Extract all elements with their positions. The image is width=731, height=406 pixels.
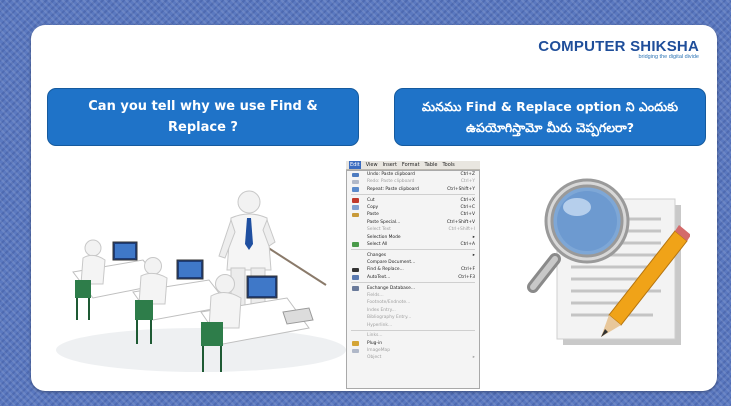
binoculars-icon (352, 267, 359, 273)
menubar-item: Table (424, 162, 438, 168)
menu-item-shortcut: Ctrl+X (460, 197, 476, 203)
menu-item-label: ImageMap (367, 348, 391, 354)
menu-item-shortcut: Ctrl+V (460, 212, 476, 218)
undo-icon (352, 172, 359, 177)
menu-item: Repeat: Paste clipboard Ctrl+Shift+Y (347, 186, 479, 193)
menu-item-shortcut: Ctrl+Shift+I (448, 227, 475, 233)
menu-item-shortcut: Ctrl+F (460, 267, 475, 273)
menubar-item: Insert (382, 162, 397, 168)
paste-icon (352, 212, 359, 218)
menu-item-shortcut: Ctrl+C (460, 204, 475, 210)
edit-menu-screenshot: Edit View Insert Format Table Tools Undo: Pas… (346, 161, 480, 389)
plugin-icon (352, 341, 359, 346)
menu-item-shortcut: Ctrl+F3 (458, 274, 475, 280)
menu-item: AutoText... Ctrl+F3 (347, 274, 479, 281)
menu-item-shortcut: Ctrl+Z (460, 172, 476, 177)
menu-item-shortcut: Ctrl+Y (460, 179, 475, 185)
menu-item-label: Redo: Paste clipboard (367, 179, 415, 185)
menu-item: Fields... (347, 292, 479, 299)
menu-item-label: Changes (367, 252, 387, 258)
menu-item-shortcut: Ctrl+A (460, 241, 476, 247)
menu-item-label: Paste (367, 212, 379, 218)
menu-item-label: Footnote/Endnote... (367, 300, 411, 306)
menu-item: ImageMap (347, 347, 479, 354)
menubar-item: View (365, 162, 378, 168)
menu-item-label: Hyperlink... (367, 322, 393, 328)
database-icon (352, 286, 359, 291)
menu-item: Select All Ctrl+A (347, 241, 479, 248)
menu-separator (351, 330, 475, 332)
menu-item-label: Find & Replace... (367, 267, 404, 273)
redo-icon (352, 179, 359, 185)
menu-item: Paste Special... Ctrl+Shift+V (347, 219, 479, 226)
menu-item: Hyperlink... (347, 322, 479, 329)
question-telugu: మనము Find & Replace option ని ఎందుకు ఉపయ… (394, 88, 706, 146)
computer-shiksha-logo: COMPUTER SHIKSHA bridging the digital di… (538, 38, 699, 60)
menu-item: Select Text Ctrl+Shift+I (347, 226, 479, 233)
menu-item: Selection Mode ▸ (347, 234, 479, 241)
menu-separator (351, 282, 475, 284)
cut-icon (352, 198, 359, 203)
menu-item-label: Compare Document... (367, 260, 416, 266)
menu-item-shortcut: Ctrl+Shift+V (446, 219, 475, 225)
menu-item: Plug-in (347, 340, 479, 347)
menu-item: Footnote/Endnote... (347, 299, 479, 306)
menu-item: Compare Document... (347, 259, 479, 266)
menu-item: Object ▸ (347, 354, 479, 361)
menu-item: Copy Ctrl+C (347, 204, 479, 211)
menubar-item: Edit (349, 161, 361, 169)
menu-item-label: Copy (367, 204, 379, 210)
menu-item: Exchange Database... (347, 285, 479, 292)
menubar-item: Format (401, 162, 420, 168)
menu-item: Redo: Paste clipboard Ctrl+Y (347, 178, 479, 185)
menu-item-label: AutoText... (367, 274, 391, 280)
menu-item-label: Fields... (367, 292, 384, 298)
menu-item-shortcut: ▸ (472, 252, 475, 258)
menu-separator (351, 249, 475, 251)
menu-item-label: Exchange Database... (367, 285, 415, 291)
menu-item-label: Index Entry... (367, 307, 396, 313)
menu-item-label: Select Text (367, 227, 391, 233)
menu-item: Links... (347, 332, 479, 339)
classroom-illustration (56, 190, 346, 372)
menu-item-label: Cut (367, 197, 375, 203)
menu-item-label: Links... (367, 333, 383, 339)
menubar-item: Tools (442, 162, 455, 168)
repeat-icon (352, 187, 359, 192)
menu-item-label: Plug-in (367, 340, 383, 346)
menu-item: Cut Ctrl+X (347, 197, 479, 204)
find-replace-illustration (527, 178, 690, 345)
menu-item-shortcut: Ctrl+Shift+Y (447, 186, 475, 192)
copy-icon (352, 205, 359, 210)
imagemap-icon (352, 348, 359, 354)
menu-item: Paste Ctrl+V (347, 211, 479, 218)
menu-item-shortcut: ▸ (472, 355, 475, 361)
menu-item: Undo: Paste clipboard Ctrl+Z (347, 171, 479, 178)
menu-item: Changes ▸ (347, 252, 479, 259)
question-english: Can you tell why we use Find & Replace ? (47, 88, 359, 146)
autotext-icon (352, 275, 359, 280)
menu-item: Index Entry... (347, 307, 479, 314)
menu-item: Find & Replace... Ctrl+F (347, 266, 479, 273)
slide: COMPUTER SHIKSHA bridging the digital di… (31, 25, 717, 391)
menu-item-label: Undo: Paste clipboard (367, 172, 415, 177)
menu-bar: Edit View Insert Format Table Tools (346, 161, 480, 170)
menu-item-label: Repeat: Paste clipboard (367, 186, 419, 192)
menu-item-label: Selection Mode (367, 234, 401, 240)
menu-item: Bibliography Entry... (347, 314, 479, 321)
select-all-icon (352, 242, 359, 247)
menu-item-shortcut: ▸ (472, 234, 475, 240)
menu-item-label: Bibliography Entry... (367, 315, 412, 321)
menu-item-label: Select All (367, 241, 388, 247)
menu-item-label: Paste Special... (367, 219, 401, 225)
edit-menu-list: Undo: Paste clipboard Ctrl+Z Redo: Paste c… (346, 170, 480, 389)
logo-text: COMPUTER SHIKSHA (538, 38, 699, 55)
menu-item-label: Object (367, 355, 382, 361)
menu-separator (351, 194, 475, 196)
